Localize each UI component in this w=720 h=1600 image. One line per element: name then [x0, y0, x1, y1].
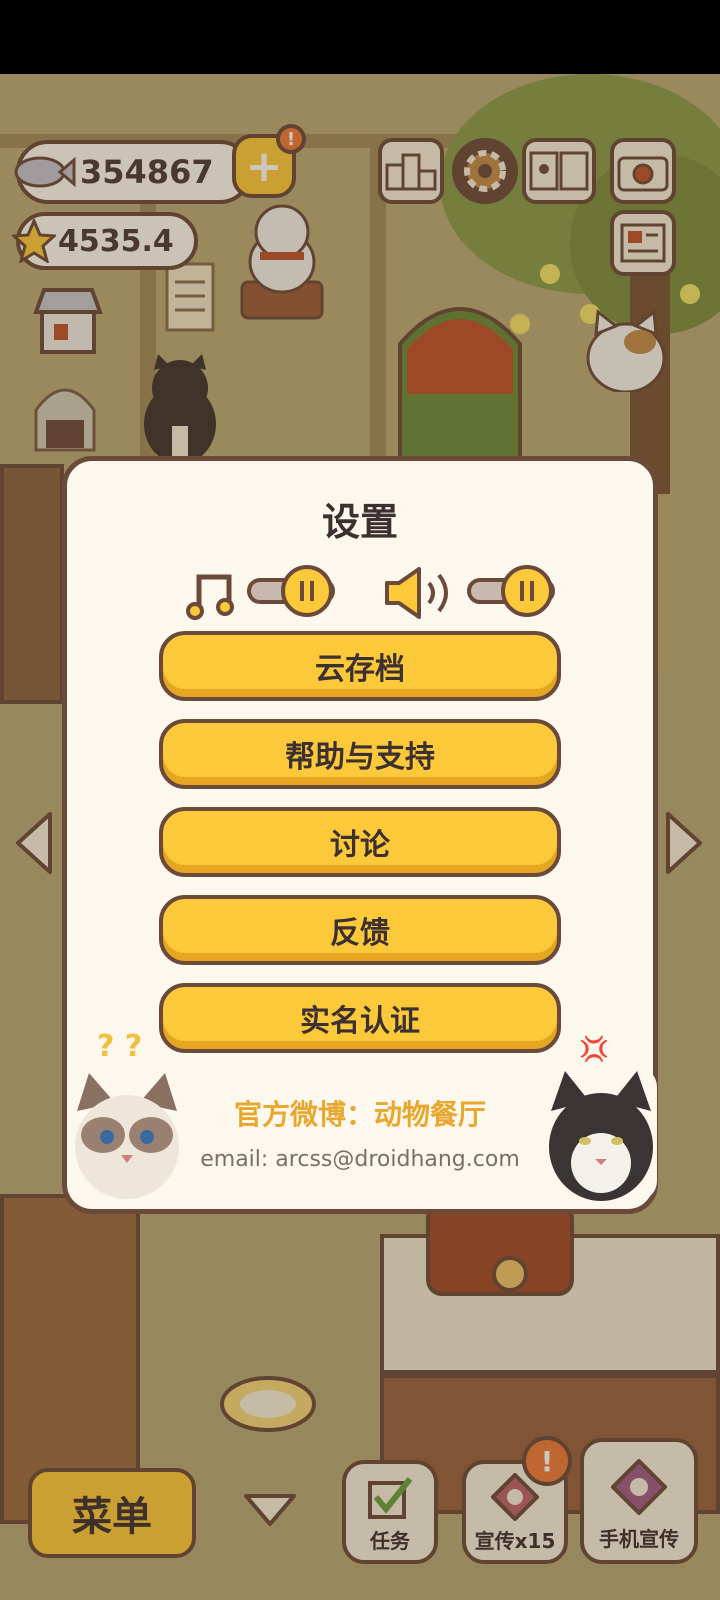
feedback-button[interactable]: 反馈 [159, 895, 561, 965]
angry-mark: 💢 [579, 1035, 609, 1063]
tuxedo-cat-photo [545, 1067, 657, 1201]
music-note-icon [186, 574, 234, 620]
pause-icon [300, 581, 314, 601]
cloud-save-button[interactable]: 云存档 [159, 631, 561, 701]
dialog-title: 设置 [321, 500, 398, 544]
real-name-verification-button[interactable]: 实名认证 [159, 983, 561, 1053]
pause-icon [520, 581, 534, 601]
discussion-button[interactable]: 讨论 [159, 807, 561, 877]
game-screen: 354867 + ! 4535.4 菜单 任务 宣传x15 ! 手机宣传 设置 … [0, 0, 720, 1600]
ragdoll-cat-photo [67, 1071, 187, 1201]
status-bar [0, 0, 720, 74]
music-toggle[interactable] [281, 565, 333, 617]
speaker-icon [385, 567, 448, 619]
help-support-button[interactable]: 帮助与支持 [159, 719, 561, 789]
settings-dialog: 设置 云存档 帮助与支持 讨论 反馈 实名认证 官方微博：动物餐厅 email:… [62, 456, 658, 1214]
sound-toggle[interactable] [501, 565, 553, 617]
confused-marks: ? ? [97, 1029, 143, 1064]
